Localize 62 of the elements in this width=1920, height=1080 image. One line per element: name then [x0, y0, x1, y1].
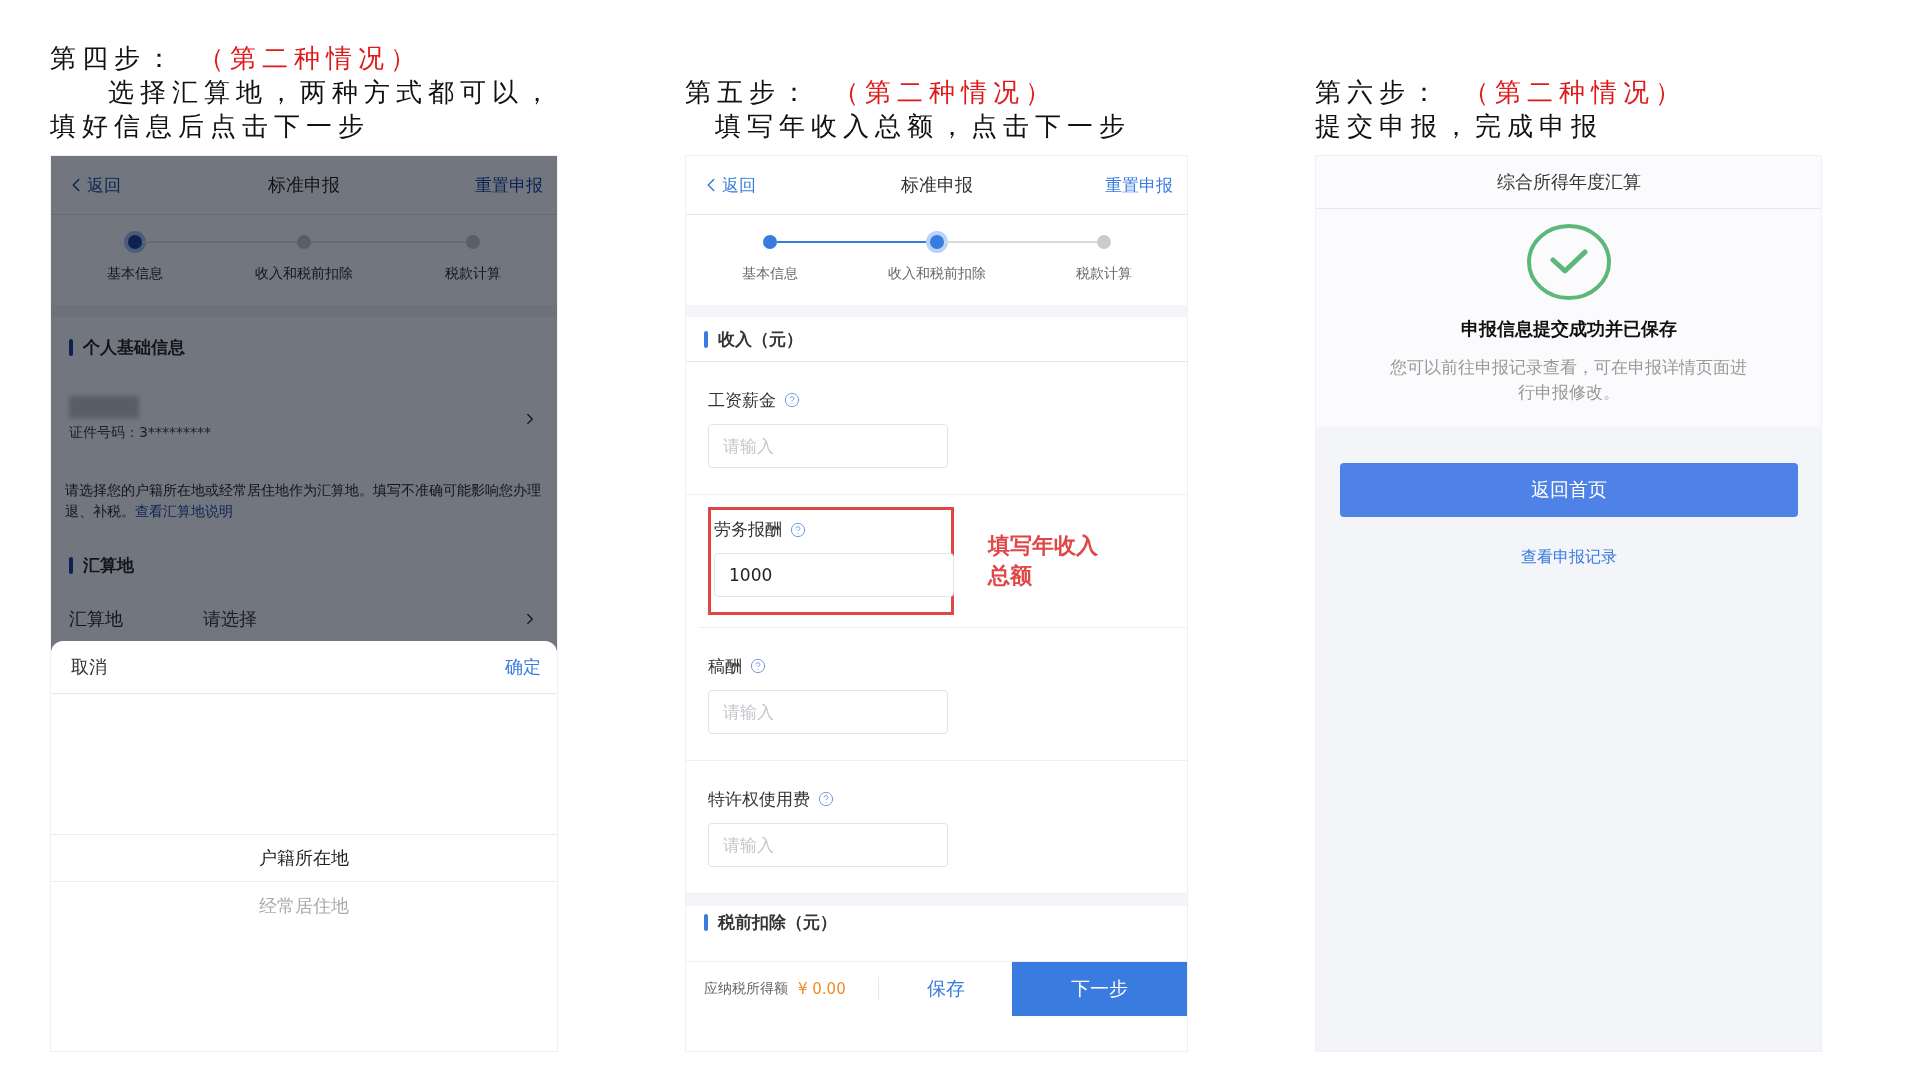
step-label: 税款计算: [444, 265, 501, 283]
home-button[interactable]: 返回首页: [1339, 463, 1798, 517]
nav-title: 标准申报: [900, 173, 973, 197]
id-number: 证件号码：3*********: [69, 424, 212, 442]
step-caption: 第六步：: [1315, 76, 1443, 109]
next-button[interactable]: 下一步: [1012, 962, 1187, 1016]
success-message: 申报信息提交成功并已保存: [1460, 317, 1677, 341]
section-title: 收入（元）: [718, 327, 803, 351]
section-marker: [69, 338, 73, 356]
step-caption: 第四步：: [50, 42, 178, 75]
section-title: 汇算地: [83, 553, 134, 577]
section-marker: [69, 556, 73, 574]
caption-text: 选择汇算地，两种方式都可以，: [107, 76, 557, 109]
case-caption: （第二种情况）: [198, 42, 422, 75]
field-label: 稿酬: [708, 654, 742, 678]
caption-text: 填写年收入总额，点击下一步: [714, 110, 1132, 143]
help-icon[interactable]: [790, 521, 806, 538]
confirm-button[interactable]: 确定: [505, 655, 541, 679]
help-icon[interactable]: [784, 392, 800, 408]
field-label: 劳务报酬: [714, 518, 782, 541]
section-marker: [704, 330, 708, 348]
section-marker: [704, 914, 708, 931]
help-icon[interactable]: [750, 658, 766, 674]
back-link[interactable]: 返回: [65, 173, 121, 197]
detail-text: 您可以前往申报记录查看，可在申报详情页面进行申报修改。: [1389, 356, 1748, 404]
notice-link[interactable]: 查看汇算地说明: [135, 503, 233, 519]
step-label: 收入和税前扣除: [887, 265, 986, 283]
records-link[interactable]: 查看申报记录: [1520, 547, 1617, 568]
row-label: 汇算地: [69, 607, 124, 631]
step-label: 基本信息: [741, 265, 798, 283]
select-placeholder[interactable]: 请选择: [203, 607, 507, 631]
step-caption: 第五步：: [685, 76, 813, 109]
page-title: 综合所得年度汇算: [1316, 156, 1821, 209]
success-check-icon: [1525, 223, 1612, 301]
step-label: 税款计算: [1075, 265, 1132, 283]
taxable-amount: ¥ 0.00: [797, 980, 847, 998]
help-icon[interactable]: [818, 791, 834, 807]
nav-title: 标准申报: [268, 173, 340, 197]
taxable-label: 应纳税所得额: [703, 980, 788, 998]
caption-text: 提交申报，完成申报: [1315, 110, 1604, 143]
reset-link[interactable]: 重置申报: [475, 173, 543, 197]
step-label: 收入和税前扣除: [255, 265, 353, 283]
section-title: 个人基础信息: [83, 335, 185, 359]
back-link[interactable]: 返回: [700, 173, 756, 197]
step-label: 基本信息: [107, 265, 164, 283]
input-field[interactable]: 请输入: [708, 423, 948, 468]
annotation-text: 填写年收入总额: [988, 532, 1099, 590]
input-field[interactable]: 1000: [714, 553, 954, 597]
field-label: 特许权使用费: [708, 787, 810, 811]
input-field[interactable]: 请输入: [708, 822, 948, 867]
cancel-button[interactable]: 取消: [71, 655, 107, 679]
case-caption: （第二种情况）: [1463, 76, 1687, 109]
picker-option[interactable]: 经常居住地: [51, 882, 557, 930]
reset-link[interactable]: 重置申报: [1105, 173, 1173, 197]
input-field[interactable]: 请输入: [708, 689, 948, 734]
save-button[interactable]: 保存: [879, 975, 1012, 1003]
caption-text: 填好信息后点击下一步: [50, 110, 371, 143]
picker-option[interactable]: 户籍所在地: [51, 834, 557, 882]
section-title: 税前扣除（元）: [718, 911, 837, 934]
field-label: 工资薪金: [708, 388, 776, 412]
case-caption: （第二种情况）: [833, 76, 1057, 109]
notice-text: 请选择您的户籍所在地或经常居住地作为汇算地。填写不准确可能影响您办理退、补税。查看汇算地说明: [65, 481, 542, 521]
